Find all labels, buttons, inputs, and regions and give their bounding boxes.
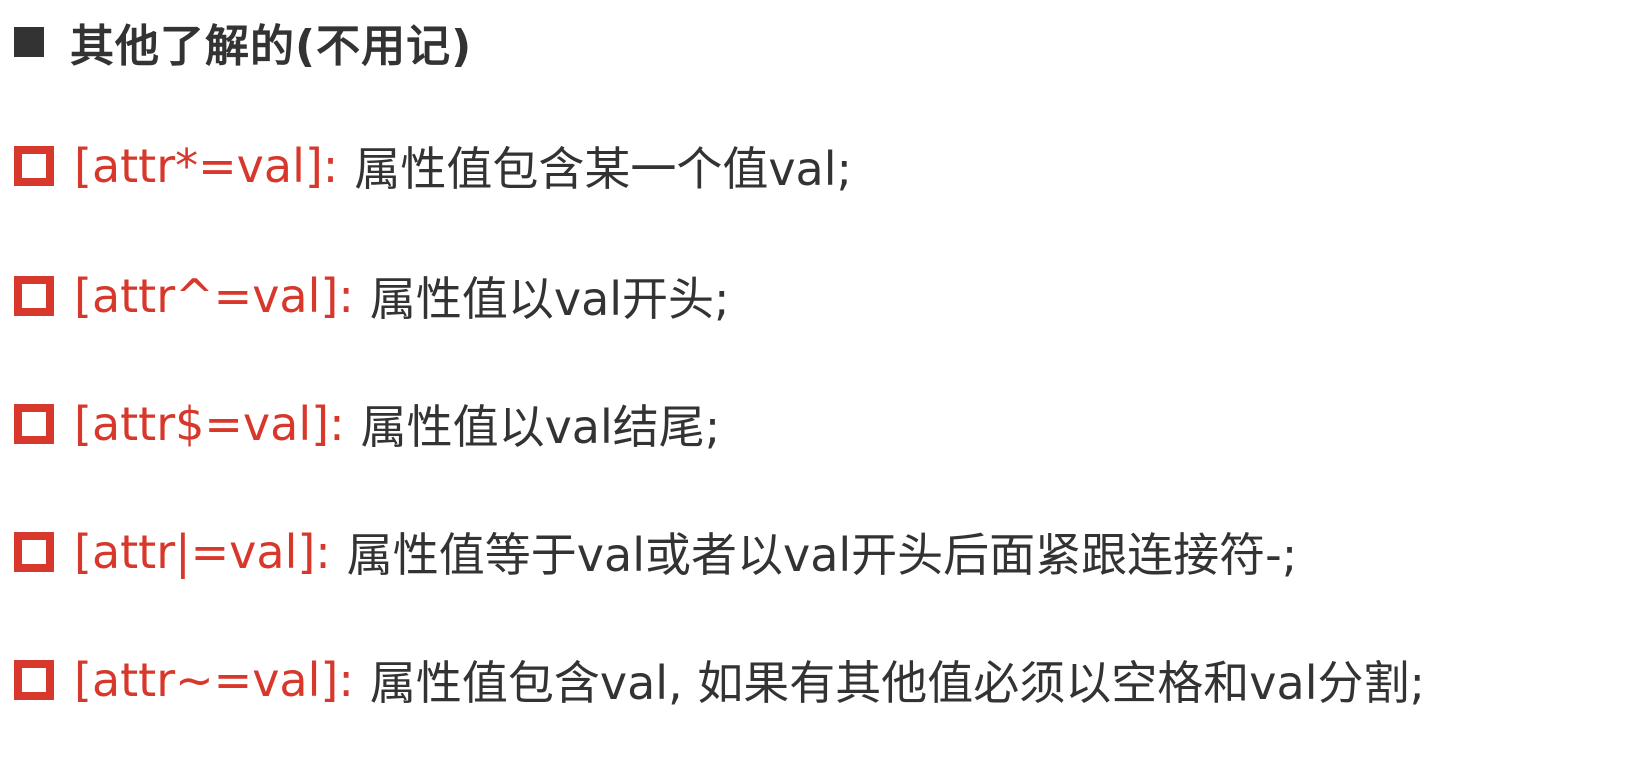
heading-title: 其他了解的(不用记) [70,21,473,72]
selector-description: 属性值以val结尾; [360,400,721,454]
list-item: [attr$=val]: 属性值以val结尾; [14,392,720,456]
selector-description: 属性值以val开头; [369,272,730,326]
hollow-square-icon [14,276,54,316]
selector-syntax: [attr*=val]: [74,139,339,193]
selector-description: 属性值等于val或者以val开头后面紧跟连接符-; [346,528,1298,582]
selector-syntax: [attr$=val]: [74,397,345,451]
filled-square-icon [14,27,44,57]
hollow-square-icon [14,404,54,444]
list-item: [attr~=val]: 属性值包含val, 如果有其他值必须以空格和val分割… [14,648,1425,712]
list-item: [attr|=val]: 属性值等于val或者以val开头后面紧跟连接符-; [14,520,1297,584]
hollow-square-icon [14,660,54,700]
selector-syntax: [attr^=val]: [74,269,354,323]
selector-description: 属性值包含某一个值val; [354,142,853,196]
hollow-square-icon [14,532,54,572]
selector-syntax: [attr~=val]: [74,653,354,707]
hollow-square-icon [14,146,54,186]
section-heading: 其他了解的(不用记) [14,10,472,74]
list-item: [attr*=val]: 属性值包含某一个值val; [14,134,852,198]
list-item: [attr^=val]: 属性值以val开头; [14,264,730,328]
selector-syntax: [attr|=val]: [74,525,331,579]
selector-description: 属性值包含val, 如果有其他值必须以空格和val分割; [369,656,1425,710]
